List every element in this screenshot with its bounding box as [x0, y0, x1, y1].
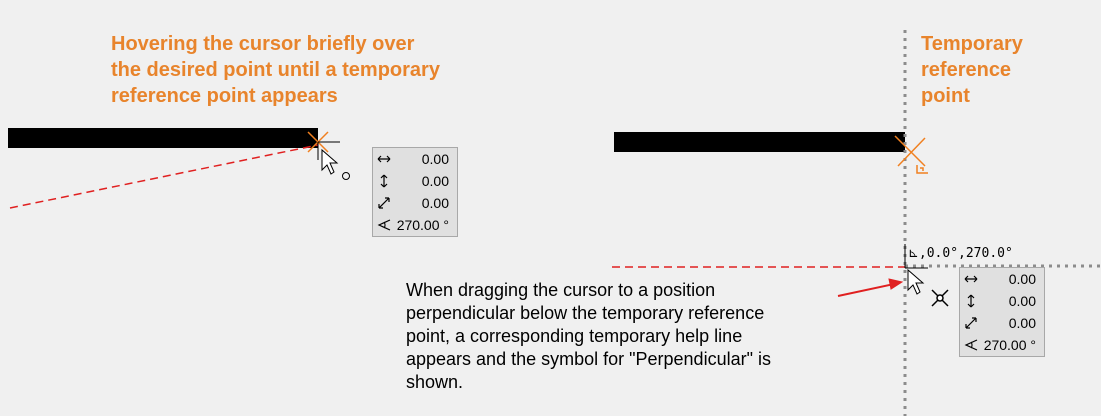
horizontal-arrow-icon — [377, 155, 391, 163]
panel-value: 0.00 — [421, 151, 449, 167]
snap-marker-right — [894, 135, 928, 174]
panel-row: 0.00 — [960, 312, 1044, 334]
panel-row: 0.00 — [960, 268, 1044, 290]
perpendicular-snap-icon — [931, 289, 949, 307]
panel-value: 0.00 — [1008, 293, 1036, 309]
panel-row: 270.00 ° — [960, 334, 1044, 356]
note-line: perpendicular below the temporary refere… — [406, 303, 765, 323]
panel-row: 0.00 — [373, 170, 457, 192]
panel-value: 270.00 ° — [396, 217, 449, 233]
annotation-arrow — [837, 278, 904, 297]
panel-value: 0.00 — [421, 195, 449, 211]
note-line: appears and the symbol for "Perpendicula… — [406, 349, 771, 369]
vertical-arrow-icon — [967, 294, 975, 308]
diagonal-arrow-icon — [965, 317, 977, 329]
angle-icon — [377, 219, 391, 231]
horizontal-arrow-icon — [964, 275, 978, 283]
diagonal-arrow-icon — [378, 197, 390, 209]
panel-value: 270.00 ° — [983, 337, 1036, 353]
panel-row: 270.00 ° — [373, 214, 457, 236]
note-line: shown. — [406, 372, 464, 392]
panel-value: 0.00 — [421, 173, 449, 189]
panel-row: 0.00 — [960, 290, 1044, 312]
panel-row: 0.00 — [373, 148, 457, 170]
rubber-band-line — [9, 144, 319, 209]
note-line: point, a corresponding temporary help li… — [406, 326, 743, 346]
explanation-note: When dragging the cursor to a position p… — [406, 279, 771, 394]
note-line: When dragging the cursor to a position — [406, 280, 716, 300]
measurement-panel-right: 0.00 0.00 0.00 270.00 ° — [959, 267, 1045, 357]
panel-value: 0.00 — [1008, 271, 1036, 287]
panel-value: 0.00 — [1008, 315, 1036, 331]
vertical-arrow-icon — [380, 174, 388, 188]
coordinate-label: ⊾,0.0°,270.0° — [908, 246, 1013, 261]
angle-icon — [964, 339, 978, 351]
panel-row: 0.00 — [373, 192, 457, 214]
measurement-panel-left: 0.00 0.00 0.00 270.00 ° — [372, 147, 458, 237]
